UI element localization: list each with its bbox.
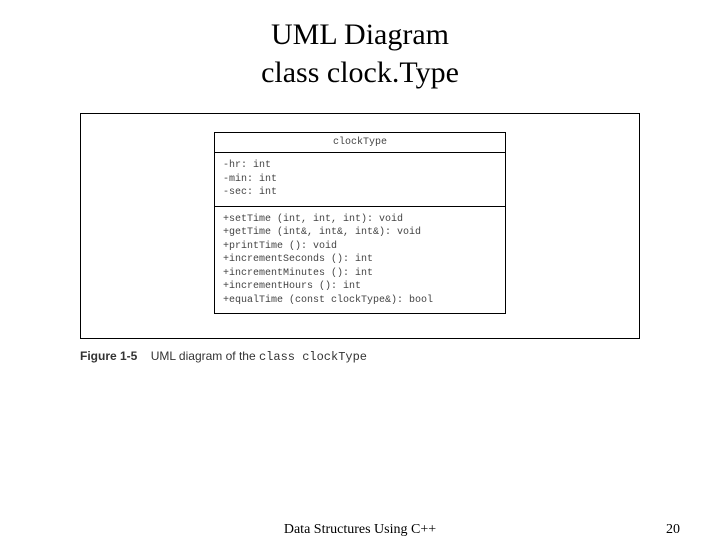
footer-page-number: 20	[666, 522, 680, 538]
slide: UML Diagram class clock.Type clockType -…	[0, 0, 720, 540]
uml-op-line: +setTime (int, int, int): void	[223, 213, 497, 227]
uml-op-line: +incrementSeconds (): int	[223, 253, 497, 267]
uml-class-box: clockType -hr: int -min: int -sec: int +…	[214, 132, 506, 314]
uml-attr-line: -min: int	[223, 173, 497, 187]
figure-frame: clockType -hr: int -min: int -sec: int +…	[80, 113, 640, 339]
figure-caption: Figure 1-5 UML diagram of the class cloc…	[80, 349, 640, 364]
uml-attributes: -hr: int -min: int -sec: int	[215, 153, 505, 207]
uml-op-line: +printTime (): void	[223, 240, 497, 254]
figure-label: Figure 1-5	[80, 349, 137, 363]
figure-area: clockType -hr: int -min: int -sec: int +…	[80, 113, 640, 364]
figure-caption-code: class clockType	[259, 350, 367, 364]
uml-operations: +setTime (int, int, int): void +getTime …	[215, 207, 505, 314]
uml-op-line: +incrementMinutes (): int	[223, 267, 497, 281]
uml-op-line: +getTime (int&, int&, int&): void	[223, 226, 497, 240]
uml-op-line: +incrementHours (): int	[223, 280, 497, 294]
uml-op-line: +equalTime (const clockType&): bool	[223, 294, 497, 308]
uml-attr-line: -sec: int	[223, 186, 497, 200]
footer-center-text: Data Structures Using C++	[0, 522, 720, 538]
uml-class-name: clockType	[215, 133, 505, 153]
uml-attr-line: -hr: int	[223, 159, 497, 173]
title-line-1: UML Diagram	[0, 16, 720, 54]
slide-title: UML Diagram class clock.Type	[0, 0, 720, 91]
figure-caption-prefix: UML diagram of the	[151, 349, 259, 363]
title-line-2: class clock.Type	[0, 54, 720, 92]
